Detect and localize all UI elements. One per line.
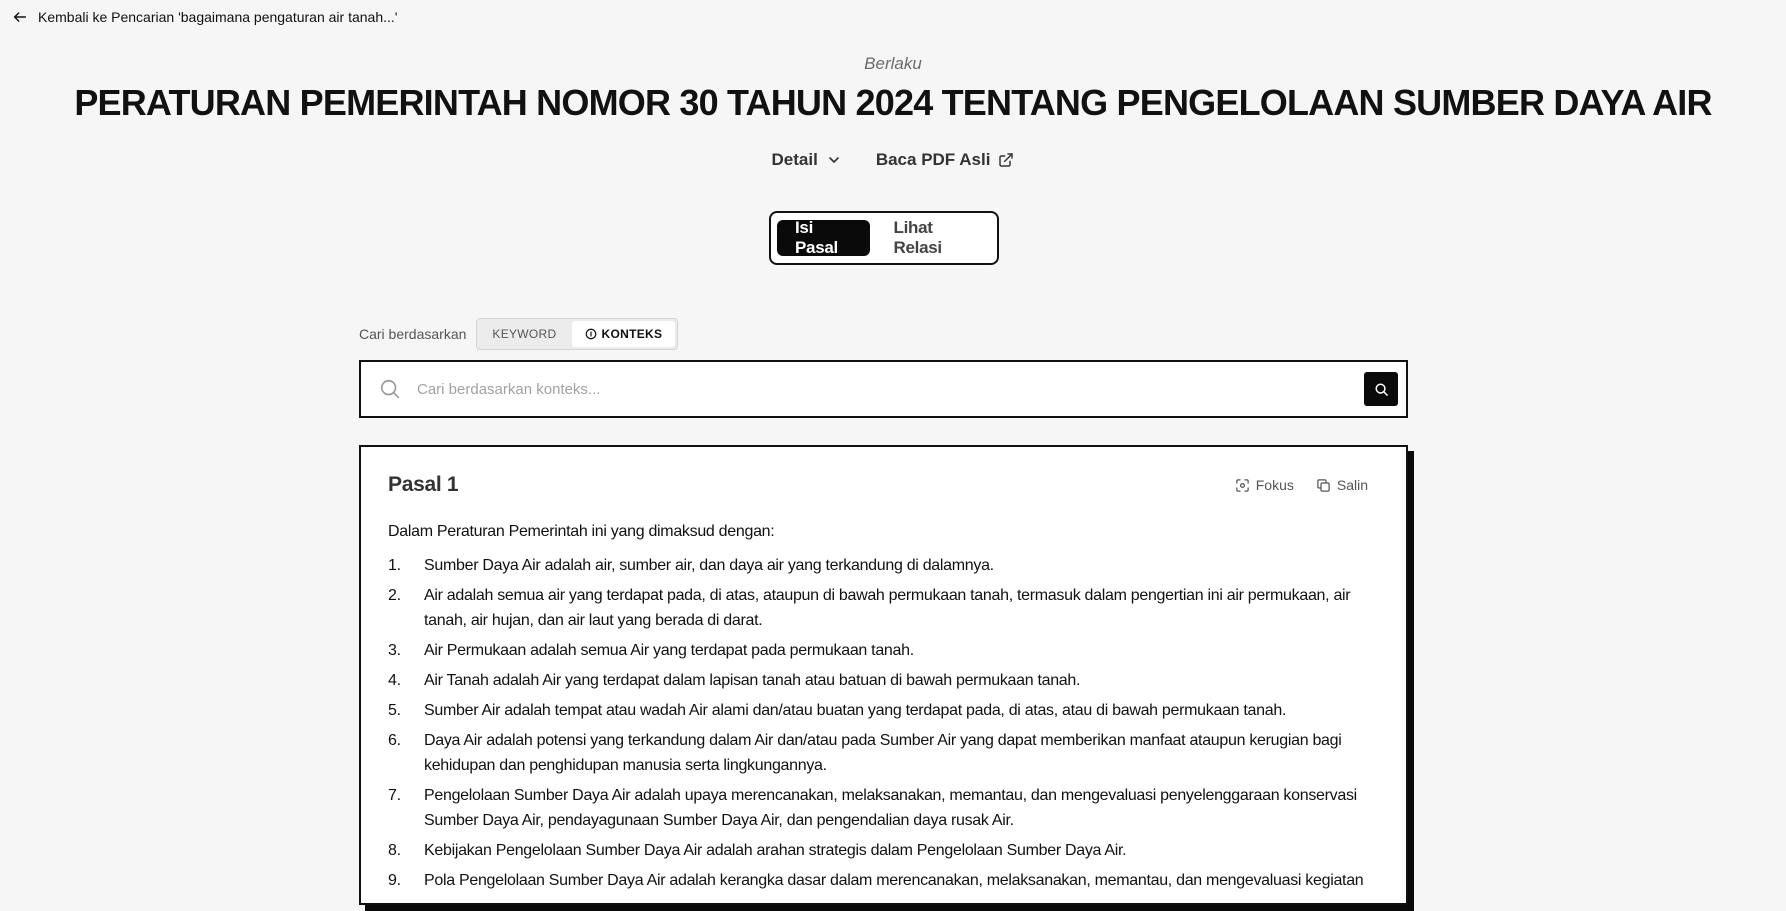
list-item: 7. Pengelolaan Sumber Daya Air adalah upa… bbox=[388, 783, 1380, 833]
mode-context-label: KONTEKS bbox=[601, 327, 663, 341]
search-submit-button[interactable] bbox=[1364, 372, 1398, 406]
mode-keyword-label: KEYWORD bbox=[492, 327, 557, 341]
article-header: Pasal 1 Fokus Salin bbox=[388, 473, 1380, 497]
item-text: Air Tanah adalah Air yang terdapat dalam… bbox=[424, 672, 1081, 689]
external-link-icon bbox=[999, 153, 1014, 167]
item-text: Pola Pengelolaan Sumber Daya Air adalah … bbox=[424, 872, 1364, 889]
mode-keyword-button[interactable]: KEYWORD bbox=[479, 321, 569, 347]
item-number: 9. bbox=[388, 872, 401, 889]
item-number: 3. bbox=[388, 642, 401, 659]
list-item: 3. Air Permukaan adalah semua Air yang te… bbox=[388, 638, 1380, 663]
arrow-left-icon bbox=[13, 12, 27, 22]
copy-label: Salin bbox=[1336, 477, 1368, 493]
focus-label: Fokus bbox=[1255, 477, 1294, 493]
search-input[interactable] bbox=[415, 379, 1364, 399]
list-item: 4. Air Tanah adalah Air yang terdapat dal… bbox=[388, 668, 1380, 693]
chevron-down-icon bbox=[829, 157, 839, 163]
document-status: Berlaku bbox=[864, 54, 922, 73]
item-text: Air Permukaan adalah semua Air yang terd… bbox=[424, 642, 914, 659]
context-search-bar bbox=[359, 360, 1408, 418]
detail-label: Detail bbox=[771, 150, 818, 169]
read-pdf-link[interactable]: Baca PDF Asli bbox=[876, 150, 1015, 170]
copy-button[interactable]: Salin bbox=[1316, 477, 1368, 493]
focus-icon bbox=[1235, 478, 1249, 492]
search-icon bbox=[380, 379, 400, 399]
search-icon bbox=[1374, 382, 1388, 396]
article-card-wrapper: Pasal 1 Fokus Salin Dalam Peraturan Peme… bbox=[359, 445, 1414, 911]
back-to-search-link[interactable]: Kembali ke Pencarian 'bagaimana pengatur… bbox=[12, 6, 397, 28]
read-pdf-label: Baca PDF Asli bbox=[875, 150, 991, 169]
list-item: 8. Kebijakan Pengelolaan Sumber Daya Air … bbox=[388, 838, 1380, 863]
item-text: Kebijakan Pengelolaan Sumber Daya Air ad… bbox=[424, 842, 1127, 859]
item-text: Sumber Air adalah tempat atau wadah Air … bbox=[424, 702, 1287, 719]
item-text: Daya Air adalah potensi yang terkandung … bbox=[424, 732, 1342, 774]
list-item: 9. Pola Pengelolaan Sumber Daya Air adala… bbox=[388, 868, 1380, 893]
item-number: 1. bbox=[388, 557, 401, 574]
info-icon bbox=[585, 328, 596, 340]
tab-isi-pasal[interactable]: Isi Pasal bbox=[777, 218, 870, 257]
item-number: 8. bbox=[388, 842, 401, 859]
list-item: 6. Daya Air adalah potensi yang terkandun… bbox=[388, 728, 1380, 778]
item-number: 7. bbox=[388, 787, 401, 804]
copy-icon bbox=[1317, 478, 1330, 492]
search-by-label: Cari berdasarkan bbox=[359, 326, 467, 342]
item-number: 5. bbox=[388, 702, 401, 719]
search-mode-toggle: KEYWORD KONTEKS bbox=[476, 318, 679, 350]
view-tabs: Isi Pasal Lihat Relasi bbox=[769, 211, 999, 265]
page-title: PERATURAN PEMERINTAH NOMOR 30 TAHUN 2024… bbox=[74, 82, 1712, 123]
search-mode-bar: Cari berdasarkan KEYWORD KONTEKS bbox=[359, 318, 679, 350]
article-tools: Fokus Salin bbox=[1235, 477, 1368, 493]
article-intro: Dalam Peraturan Pemerintah ini yang dima… bbox=[388, 523, 775, 540]
item-text: Air adalah semua air yang terdapat pada,… bbox=[424, 587, 1351, 629]
mode-context-button[interactable]: KONTEKS bbox=[571, 321, 676, 347]
article-card: Pasal 1 Fokus Salin Dalam Peraturan Peme… bbox=[359, 445, 1408, 905]
document-actions: Detail Baca PDF Asli bbox=[0, 150, 1786, 170]
detail-dropdown[interactable]: Detail bbox=[772, 150, 842, 170]
item-number: 4. bbox=[388, 672, 401, 689]
tab-lihat-relasi[interactable]: Lihat Relasi bbox=[876, 218, 991, 257]
back-link-label: Kembali ke Pencarian 'bagaimana pengatur… bbox=[38, 9, 398, 25]
list-item: 5. Sumber Air adalah tempat atau wadah Ai… bbox=[388, 698, 1380, 723]
item-number: 2. bbox=[388, 587, 401, 604]
focus-button[interactable]: Fokus bbox=[1235, 477, 1294, 493]
item-number: 6. bbox=[388, 732, 401, 749]
list-item: 1. Sumber Daya Air adalah air, sumber air… bbox=[388, 553, 1380, 578]
item-text: Sumber Daya Air adalah air, sumber air, … bbox=[424, 557, 994, 574]
item-text: Pengelolaan Sumber Daya Air adalah upaya… bbox=[424, 787, 1357, 829]
list-item: 2. Air adalah semua air yang terdapat pad… bbox=[388, 583, 1380, 633]
definition-list: 1. Sumber Daya Air adalah air, sumber air… bbox=[388, 553, 1380, 893]
article-title: Pasal 1 bbox=[388, 473, 459, 496]
